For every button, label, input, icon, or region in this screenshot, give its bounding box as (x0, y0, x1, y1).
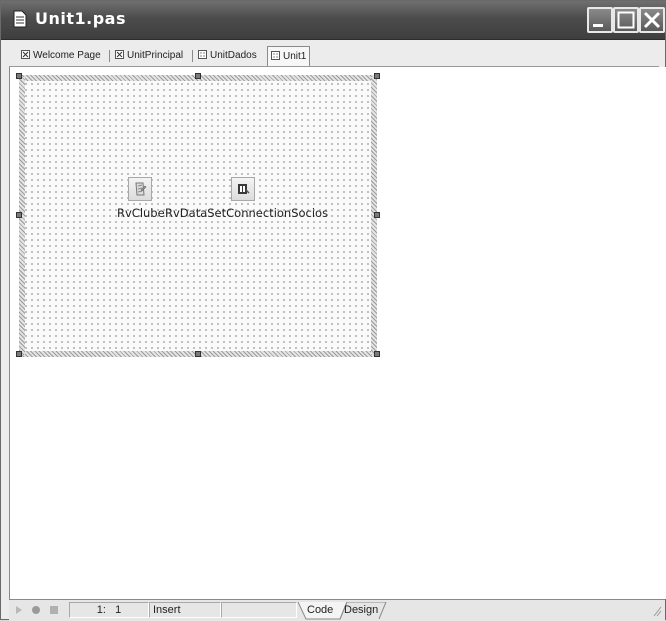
tab-label: Welcome Page (33, 50, 101, 61)
close-box-icon (115, 49, 124, 59)
window-title: Unit1.pas (35, 9, 126, 28)
tab-design[interactable]: Design (344, 602, 378, 618)
resize-grip-icon[interactable] (652, 605, 662, 617)
resize-handle-left[interactable] (16, 212, 22, 218)
tab-label: Unit1 (283, 51, 307, 62)
component-label-rvdatasetconnectionsocios: RvDataSetConnectionSocios (165, 206, 329, 220)
close-button[interactable] (639, 7, 665, 33)
edit-mode: Insert (149, 602, 221, 618)
component-rvdatasetconnectionsocios[interactable] (231, 177, 255, 201)
form-icon (198, 49, 207, 59)
component-label-rvclube: RvClube (117, 206, 165, 220)
edit-mode-text: Insert (153, 604, 181, 616)
stop-icon[interactable] (49, 605, 59, 615)
document-icon (13, 10, 27, 28)
close-icon (643, 11, 661, 29)
record-icon[interactable] (31, 605, 41, 615)
status-empty-cell (221, 602, 297, 618)
tab-unitprincipal[interactable]: UnitPrincipal (115, 48, 183, 64)
maximize-button[interactable] (613, 7, 639, 33)
tab-unit1[interactable]: Unit1 (267, 46, 311, 66)
maximize-icon (617, 11, 635, 29)
minimize-icon (593, 24, 603, 27)
play-icon[interactable] (15, 605, 23, 615)
tab-separator (192, 50, 193, 62)
title-bar[interactable]: Unit1.pas (1, 1, 665, 40)
resize-handle-top-left[interactable] (16, 73, 22, 79)
tab-unitdados[interactable]: UnitDados (198, 48, 257, 64)
tab-label: UnitPrincipal (127, 50, 184, 61)
close-box-icon (21, 49, 30, 59)
minimize-button[interactable] (587, 7, 613, 33)
resize-handle-top[interactable] (195, 73, 201, 79)
tab-welcome-page[interactable]: Welcome Page (21, 48, 101, 64)
resize-handle-top-right[interactable] (374, 73, 380, 79)
resize-handle-right[interactable] (374, 212, 380, 218)
status-bar: 1: 1 Insert Code Design (9, 599, 665, 621)
rave-dataset-connection-icon (238, 184, 250, 194)
resize-handle-bottom[interactable] (195, 351, 201, 357)
tab-separator (109, 50, 110, 62)
component-rvclube[interactable] (128, 177, 152, 201)
resize-handle-bottom-right[interactable] (374, 351, 380, 357)
cursor-position: 1: 1 (69, 602, 149, 618)
editor-window: Unit1.pas Welcome Page UnitPrincipal Uni… (0, 0, 666, 621)
tab-label: UnitDados (210, 50, 257, 61)
form-icon (271, 50, 280, 60)
tab-code[interactable]: Code (307, 602, 333, 618)
editor-tabs: Welcome Page UnitPrincipal UnitDados Uni… (9, 46, 659, 67)
rave-project-icon (135, 182, 147, 196)
resize-handle-bottom-left[interactable] (16, 351, 22, 357)
cursor-position-text: 1: 1 (96, 604, 122, 616)
